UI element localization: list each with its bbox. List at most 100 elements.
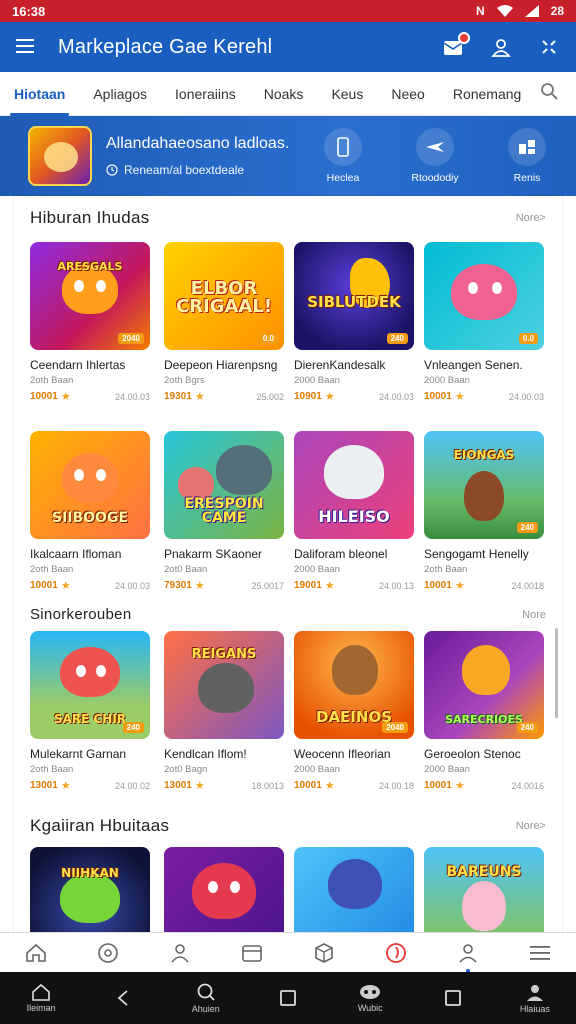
system-game-button[interactable]: Wubic <box>340 983 400 1013</box>
game-card[interactable]: 0.0 Vnleangen Senen. 2000 Baan 10001 ★ 2… <box>424 242 544 403</box>
game-card[interactable]: NIIHKAN <box>30 847 150 932</box>
search-icon <box>197 983 215 1001</box>
game-card[interactable]: ARESGALS 2040 Ceendarn Ihlertas 2oth Baa… <box>30 242 150 403</box>
game-rating: 10001 <box>30 580 58 591</box>
game-developer: 2000 Baan <box>424 375 470 386</box>
game-thumbnail[interactable]: SARE CHIR 240 <box>30 631 150 739</box>
tab-keus[interactable]: Keus <box>317 72 377 116</box>
game-thumbnail[interactable]: SARECRIOES 240 <box>424 631 544 739</box>
system-home-button[interactable]: Ileiman <box>11 983 71 1013</box>
game-thumbnail[interactable]: BAREUNS <box>424 847 544 932</box>
more-link[interactable]: Nore> <box>516 212 546 224</box>
tab-ronemang[interactable]: Ronemang <box>439 72 536 116</box>
tab-noaks[interactable]: Noaks <box>250 72 318 116</box>
game-name: Mulekarnt Garnan <box>30 747 127 761</box>
banner-title: Allandahaeosano ladloas. <box>106 135 290 152</box>
game-developer: 2oth Baan <box>30 564 74 575</box>
more-menu-icon[interactable] <box>522 937 558 969</box>
game-card[interactable] <box>164 847 284 932</box>
star-icon: ★ <box>324 780 335 792</box>
game-card[interactable]: SARECRIOES 240 Geroeolon Stenoc 2000 Baa… <box>424 631 544 792</box>
game-card[interactable]: SIBLUTDEK 240 DierenKandesalk 2000 Baan … <box>294 242 414 403</box>
game-thumbnail[interactable]: NIIHKAN <box>30 847 150 932</box>
more-link[interactable]: Nore <box>522 609 546 621</box>
scrollbar[interactable] <box>555 628 558 718</box>
banner-button-rtoododiy[interactable]: Rtoododiy <box>400 128 470 184</box>
signal-icon <box>524 5 539 17</box>
tab-neeo[interactable]: Neeo <box>377 72 438 116</box>
section-header: Kgaiiran Hbuitaas Nore> <box>30 816 546 836</box>
settings-icon[interactable] <box>538 36 560 58</box>
fire-icon[interactable] <box>378 937 414 969</box>
game-list[interactable]: Hiburan Ihudas Nore> ARESGALS 2040 Ceend… <box>14 196 562 932</box>
store-icon[interactable] <box>234 937 270 969</box>
banner-button-heclea[interactable]: Heclea <box>308 128 378 184</box>
grid-icon <box>508 128 546 166</box>
game-card[interactable]: REIGANS Kendlcan Iflom! 2ot0 Bagn 13001 … <box>164 631 284 792</box>
game-thumbnail[interactable]: HILEISO <box>294 431 414 539</box>
game-downloads: 24.0016 <box>511 780 544 791</box>
game-card[interactable]: BAREUNS <box>424 847 544 932</box>
star-icon: ★ <box>454 391 465 403</box>
system-overview-button[interactable] <box>423 990 483 1006</box>
game-thumbnail[interactable]: DAEINOS 2040 <box>294 631 414 739</box>
game-card[interactable]: SARE CHIR 240 Mulekarnt Garnan 2oth Baan… <box>30 631 150 792</box>
game-name: Sengogamt Henelly <box>424 547 529 561</box>
game-developer: 2000 Baan <box>424 764 470 775</box>
banner-button-renis[interactable]: Renis <box>492 128 562 184</box>
account-icon <box>526 985 543 1001</box>
tab-hiotaan[interactable]: Hiotaan <box>0 72 79 116</box>
system-recents-button[interactable] <box>258 990 318 1006</box>
star-icon: ★ <box>324 580 335 592</box>
tab-apliagos[interactable]: Apliagos <box>79 72 161 116</box>
game-thumbnail[interactable]: REIGANS <box>164 631 284 739</box>
user-icon[interactable] <box>490 36 512 58</box>
game-thumbnail[interactable]: 0.0 <box>424 242 544 350</box>
home-icon[interactable] <box>18 937 54 969</box>
category-tabs: Hiotaan Apliagos Ioneraiins Noaks Keus N… <box>0 72 576 116</box>
system-account-button[interactable]: Hlaiuas <box>505 982 565 1014</box>
menu-icon[interactable] <box>16 34 44 60</box>
game-name: Ikalcaarn Ifloman <box>30 547 122 561</box>
game-thumbnail[interactable] <box>294 847 414 932</box>
game-card[interactable] <box>294 847 414 932</box>
game-name: DierenKandesalk <box>294 358 386 372</box>
star-icon: ★ <box>60 391 71 403</box>
game-card[interactable]: HILEISO Daliforam bleonel 2000 Baan 1900… <box>294 431 414 592</box>
game-card[interactable]: ELBOR CRIGAAL! 0.0 Deepeon Hiarenpsng 2o… <box>164 242 284 403</box>
game-downloads: 25.0017 <box>251 580 284 591</box>
game-thumbnail[interactable]: EIONGAS 240 <box>424 431 544 539</box>
game-developer: 2ot0 Bagn <box>164 764 208 775</box>
compass-icon[interactable] <box>90 937 126 969</box>
wifi-icon <box>496 5 513 17</box>
tab-ioneraiins[interactable]: Ioneraiins <box>161 72 250 116</box>
square-icon <box>444 990 461 1006</box>
featured-banner[interactable]: Allandahaeosano ladloas. Reneam/al boext… <box>0 116 576 196</box>
game-name: Daliforam bleonel <box>294 547 388 561</box>
star-icon: ★ <box>60 780 71 792</box>
game-name: Kendlcan Iflom! <box>164 747 247 761</box>
game-card[interactable]: DAEINOS 2040 Weocenn Ifleorian 2000 Baan… <box>294 631 414 792</box>
system-search-button[interactable]: Ahuien <box>176 982 236 1014</box>
more-link[interactable]: Nore> <box>516 820 546 832</box>
system-back-button[interactable] <box>93 989 153 1007</box>
game-card[interactable]: ERESPOIN CAME Pnakarm SKaoner 2ot0 Baan … <box>164 431 284 592</box>
game-developer: 2000 Baan <box>294 564 340 575</box>
status-bar: 16:38 N 28 <box>0 0 576 22</box>
profile-icon[interactable] <box>450 937 486 973</box>
box-icon[interactable] <box>306 937 342 969</box>
featured-game-thumbnail[interactable] <box>28 126 92 186</box>
game-card[interactable]: EIONGAS 240 Sengogamt Henelly 2oth Baan … <box>424 431 544 592</box>
people-icon[interactable] <box>162 937 198 969</box>
game-card[interactable]: SIIBOOGE Ikalcaarn Ifloman 2oth Baan 100… <box>30 431 150 592</box>
game-thumbnail[interactable]: SIBLUTDEK 240 <box>294 242 414 350</box>
inbox-icon[interactable] <box>442 32 470 58</box>
game-thumbnail[interactable]: ELBOR CRIGAAL! 0.0 <box>164 242 284 350</box>
game-thumbnail[interactable]: ARESGALS 2040 <box>30 242 150 350</box>
star-icon: ★ <box>194 391 205 403</box>
game-thumbnail[interactable] <box>164 847 284 932</box>
square-icon <box>280 990 296 1006</box>
game-thumbnail[interactable]: ERESPOIN CAME <box>164 431 284 539</box>
search-icon[interactable] <box>540 82 558 105</box>
game-thumbnail[interactable]: SIIBOOGE <box>30 431 150 539</box>
